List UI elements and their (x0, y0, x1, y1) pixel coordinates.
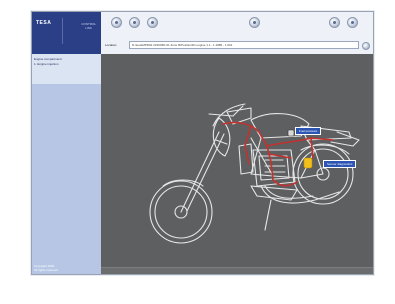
location-label: Location: (105, 43, 118, 47)
sidebar-item-engine-injection[interactable]: 1. Engine injection (34, 62, 59, 66)
connector-marker (287, 129, 295, 137)
brand-divider (62, 18, 63, 44)
zoom-out-icon[interactable] (347, 17, 358, 28)
sidebar: Engine compartment 1. Engine injection C… (32, 54, 101, 274)
sidebar-item-engine-compartment[interactable]: Engine compartment (34, 57, 62, 61)
brand-subtitle-line2: LINK (85, 26, 92, 30)
toolbar (101, 12, 373, 38)
go-icon[interactable] (362, 42, 370, 50)
brand-subtitle: CONTROL LINK (81, 22, 96, 30)
location-input[interactable]: D:\tesa\MPD02 2016\MD-01 Zone B\Position… (129, 41, 359, 49)
footer-line2: All rights reserved (34, 268, 59, 272)
brand-logo: TESA (36, 20, 52, 26)
application-window: TESA CONTROL LINK Location: D:\tesa\MPD0… (31, 11, 374, 275)
sidebar-footer: Copyright 2004 All rights reserved (34, 264, 58, 272)
highlighted-sensor (303, 157, 313, 169)
callout-sensor-diagnostics[interactable]: Sensor diagnostics (323, 160, 357, 168)
brand-block: TESA CONTROL LINK (32, 12, 101, 54)
location-bar: Location: D:\tesa\MPD02 2016\MD-01 Zone … (101, 38, 373, 54)
forward-icon[interactable] (129, 17, 140, 28)
tools-icon[interactable] (249, 17, 260, 28)
zoom-in-icon[interactable] (329, 17, 340, 28)
back-icon[interactable] (111, 17, 122, 28)
sidebar-tree: Engine compartment 1. Engine injection (32, 54, 101, 84)
status-bar (101, 267, 373, 274)
home-icon[interactable] (147, 17, 158, 28)
diagram-viewport[interactable]: Fuel pressure Sensor diagnostics (101, 54, 373, 274)
callout-fuel-pressure[interactable]: Fuel pressure (295, 127, 322, 135)
